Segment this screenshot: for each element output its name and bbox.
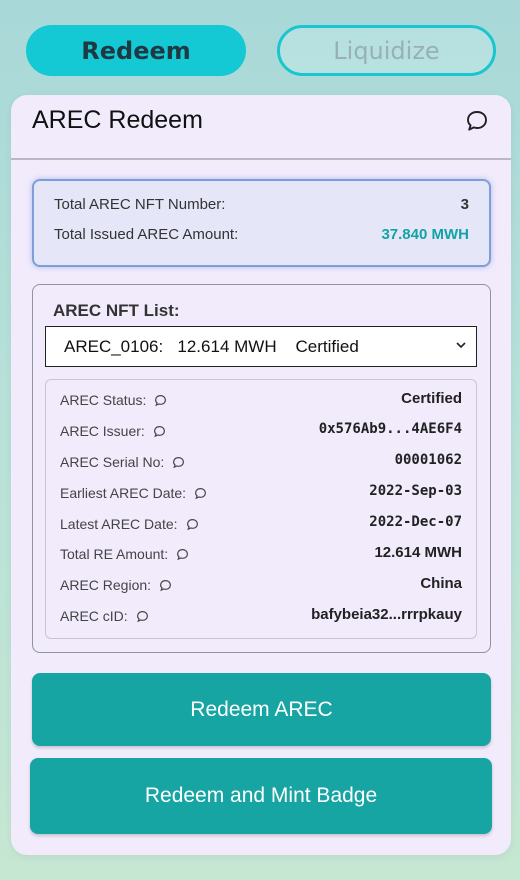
redeem-mint-badge-button[interactable]: Redeem and Mint Badge: [30, 758, 492, 834]
chat-bubble-icon[interactable]: [153, 425, 166, 438]
nft-number-value: 3: [460, 196, 469, 213]
nft-number-label: Total AREC NFT Number:: [54, 196, 226, 213]
chat-bubble-icon[interactable]: [194, 487, 207, 500]
detail-label: Earliest AREC Date:: [60, 485, 187, 501]
detail-label: AREC Issuer:: [60, 423, 145, 439]
chat-bubble-icon[interactable]: [159, 579, 172, 592]
issued-amount-value: 37.840 MWH: [381, 226, 469, 243]
detail-label: Latest AREC Date:: [60, 516, 178, 532]
summary-panel: Total AREC NFT Number: 3 Total Issued AR…: [32, 179, 491, 267]
chat-bubble-icon[interactable]: [172, 456, 185, 469]
detail-value: 2022-Sep-03: [369, 483, 462, 499]
detail-value: 12.614 MWH: [374, 544, 462, 561]
detail-row-serial: AREC Serial No: 00001062: [60, 452, 462, 474]
chevron-down-icon: [456, 342, 466, 349]
detail-value: 2022-Dec-07: [369, 514, 462, 530]
issued-amount-label: Total Issued AREC Amount:: [54, 226, 239, 243]
tab-liquidize[interactable]: Liquidize: [277, 25, 496, 76]
detail-label: AREC Serial No:: [60, 454, 165, 470]
detail-label: AREC cID:: [60, 608, 128, 624]
detail-value: China: [420, 575, 462, 592]
card-header: AREC Redeem: [11, 95, 511, 160]
card-title: AREC Redeem: [32, 106, 203, 134]
nft-list-label: AREC NFT List:: [53, 301, 180, 320]
detail-row-issuer: AREC Issuer: 0x576Ab9...4AE6F4: [60, 421, 462, 443]
detail-value: Certified: [401, 390, 462, 407]
arec-details-panel: AREC Status: Certified AREC Issuer: 0x57…: [45, 379, 477, 639]
chat-bubble-icon[interactable]: [186, 518, 199, 531]
redeem-arec-button[interactable]: Redeem AREC: [32, 673, 491, 746]
detail-row-latest-date: Latest AREC Date: 2022-Dec-07: [60, 514, 462, 536]
detail-row-earliest-date: Earliest AREC Date: 2022-Sep-03: [60, 483, 462, 505]
chat-bubble-icon[interactable]: [136, 610, 149, 623]
tab-bar: Redeem Liquidize: [26, 25, 496, 76]
detail-label: AREC Region:: [60, 577, 152, 593]
detail-row-cid: AREC cID: bafybeia32...rrrpkauy: [60, 606, 462, 628]
detail-row-re-amount: Total RE Amount: 12.614 MWH: [60, 544, 462, 566]
detail-row-status: AREC Status: Certified: [60, 390, 462, 412]
chat-bubble-icon[interactable]: [154, 394, 167, 407]
nft-list-panel: AREC NFT List: AREC_0106: 12.614 MWH Cer…: [32, 284, 491, 653]
nft-select-value: AREC_0106: 12.614 MWH Certified: [64, 337, 359, 356]
chat-bubble-icon[interactable]: [176, 548, 189, 561]
summary-row-nft-number: Total AREC NFT Number: 3: [54, 196, 469, 216]
detail-value: 00001062: [394, 452, 462, 468]
detail-row-region: AREC Region: China: [60, 575, 462, 597]
detail-label: AREC Status:: [60, 392, 147, 408]
arec-redeem-card: AREC Redeem Total AREC NFT Number: 3 Tot…: [11, 95, 511, 855]
chat-bubble-icon[interactable]: [465, 109, 489, 133]
summary-row-issued-amount: Total Issued AREC Amount: 37.840 MWH: [54, 226, 469, 246]
nft-select-dropdown[interactable]: AREC_0106: 12.614 MWH Certified: [45, 326, 477, 367]
detail-value: 0x576Ab9...4AE6F4: [318, 421, 462, 437]
tab-redeem[interactable]: Redeem: [26, 25, 246, 76]
detail-value: bafybeia32...rrrpkauy: [311, 606, 462, 623]
detail-label: Total RE Amount:: [60, 546, 169, 562]
